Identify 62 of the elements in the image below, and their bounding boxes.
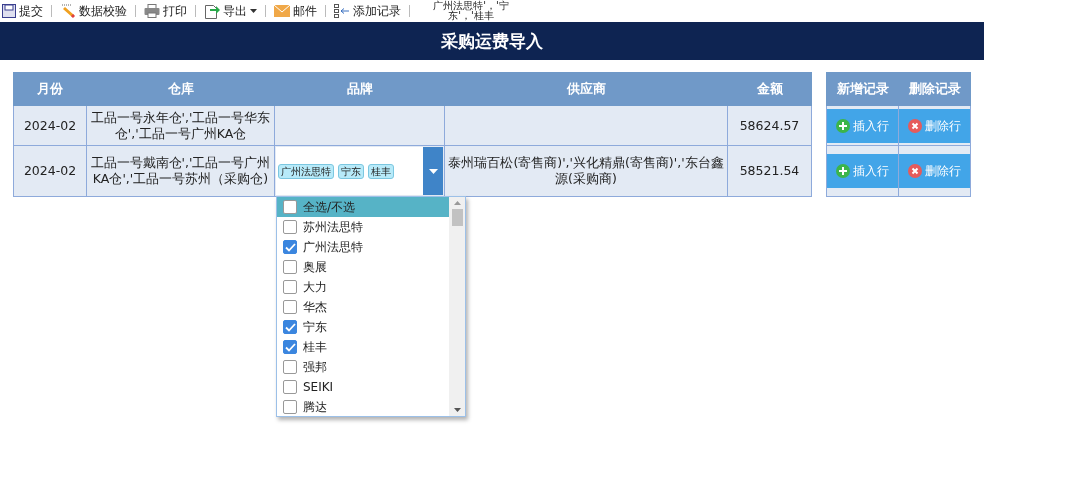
toolbar-button[interactable]: 添加记录 (332, 1, 403, 21)
toolbar-button[interactable]: 数据校验 (58, 1, 129, 21)
table-cell: 58624.57 (727, 105, 812, 146)
scroll-down-icon[interactable] (453, 408, 461, 412)
printer-icon (144, 4, 160, 18)
envelope-icon (274, 5, 290, 17)
column-header: 仓库 (86, 72, 275, 106)
table-cell: 58521.54 (727, 145, 812, 197)
scroll-up-icon[interactable] (453, 201, 461, 205)
dropdown-option[interactable]: 奥展 (277, 257, 449, 277)
scrollbar[interactable] (449, 197, 465, 416)
dropdown-option[interactable]: 大力 (277, 277, 449, 297)
checkbox[interactable] (283, 240, 297, 254)
table-cell: 2024-02 (13, 105, 87, 146)
table-cell: 工品一号永年仓','工品一号华东仓','工品一号广州KA仓 (86, 105, 275, 146)
close-icon (908, 118, 922, 133)
checkbox[interactable] (283, 380, 297, 394)
toolbar-button[interactable]: 邮件 (272, 1, 319, 21)
column-header: 品牌 (274, 72, 445, 106)
dropdown-option[interactable]: 苏州法思特 (277, 217, 449, 237)
scrollbar-thumb[interactable] (451, 209, 463, 226)
checkbox[interactable] (283, 200, 297, 214)
checkbox[interactable] (283, 300, 297, 314)
dropdown-option[interactable]: 桂丰 (277, 337, 449, 357)
table-cell: 泰州瑞百松(寄售商)','兴化精鼎(寄售商)','东台鑫源(采购商) (444, 145, 728, 197)
column-header: 删除记录 (898, 72, 971, 106)
checkbox[interactable] (283, 340, 297, 354)
column-header: 供应商 (444, 72, 728, 106)
checkbox[interactable] (283, 400, 297, 414)
dropdown-option[interactable]: SEIKI (277, 377, 449, 397)
checkbox[interactable] (283, 320, 297, 334)
dropdown-option[interactable]: 全选/不选 (277, 197, 449, 217)
checkbox[interactable] (283, 220, 297, 234)
column-header: 新增记录 (826, 72, 899, 106)
page-title: 采购运费导入 (441, 29, 543, 53)
dropdown-arrow-button[interactable] (423, 147, 443, 195)
dropdown-option[interactable]: 腾达 (277, 397, 449, 417)
brand-tag: 宁东 (338, 163, 364, 179)
close-icon (908, 164, 922, 178)
checkbox[interactable] (283, 280, 297, 294)
brand-tag: 广州法思特 (278, 163, 334, 179)
dropdown-option[interactable]: 强邦 (277, 357, 449, 377)
dropdown-option[interactable]: 华杰 (277, 297, 449, 317)
checkbox[interactable] (283, 260, 297, 274)
toolbar-button[interactable]: 提交 (0, 1, 45, 21)
pencil-icon (60, 4, 76, 18)
checkbox[interactable] (283, 360, 297, 374)
add-record-icon (334, 4, 350, 18)
dropdown-option[interactable]: 广州法思特 (277, 237, 449, 257)
toolbar-button[interactable]: 导出 (202, 1, 259, 21)
table-cell: 2024-02 (13, 145, 87, 197)
caret-icon (428, 168, 438, 174)
table-cell: 工品一号戴南仓','工品一号广州KA仓','工品一号苏州（采购仓) (86, 145, 275, 197)
column-header: 月份 (13, 72, 87, 106)
dropdown-option[interactable]: 宁东 (277, 317, 449, 337)
toolbar-button[interactable]: 打印 (142, 1, 189, 21)
plus-icon (836, 118, 850, 133)
export-icon (204, 3, 220, 19)
selected-brands-text: 广州法思特'，'宁东'，'桂丰 (432, 0, 510, 21)
brand-tag: 桂丰 (368, 163, 394, 179)
column-header: 金额 (727, 72, 812, 106)
plus-icon (836, 164, 850, 178)
